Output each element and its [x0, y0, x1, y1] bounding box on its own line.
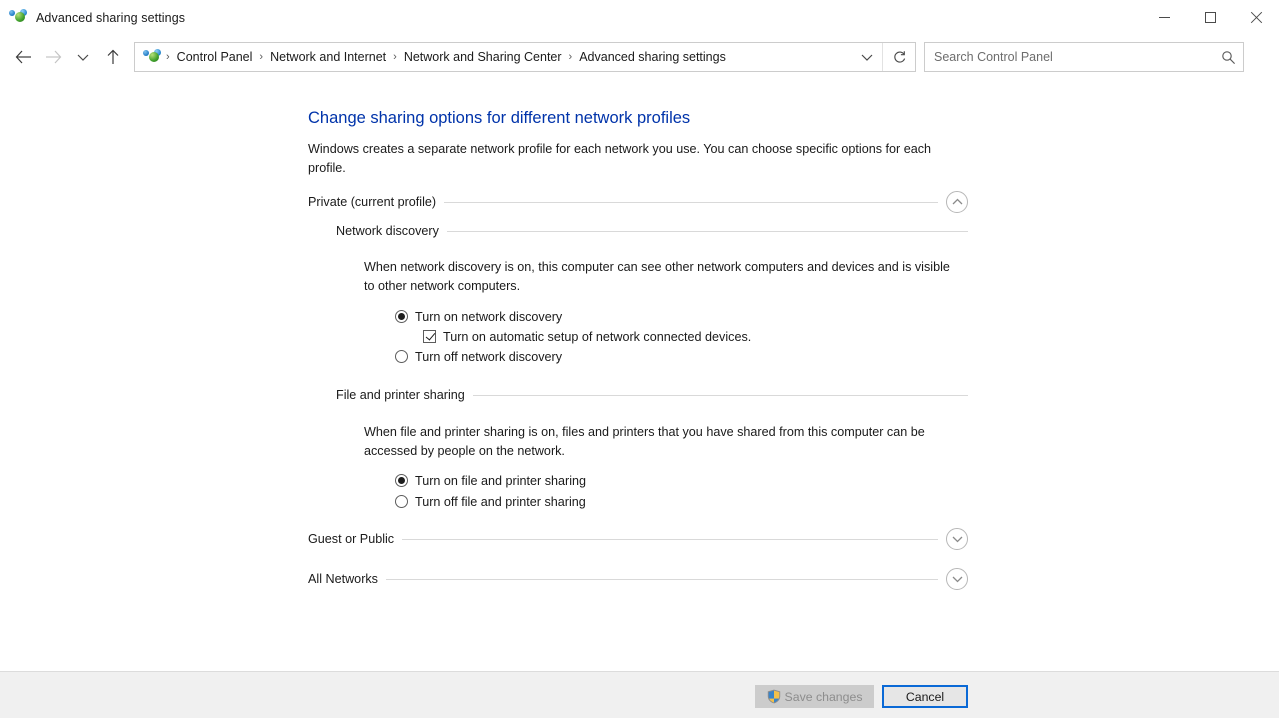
- chevron-up-icon: [952, 198, 963, 206]
- search-box[interactable]: Search Control Panel: [924, 42, 1244, 72]
- checkbox-indicator: [423, 330, 436, 343]
- forward-button[interactable]: [38, 42, 68, 72]
- network-sharing-icon: [9, 9, 28, 26]
- save-changes-button[interactable]: Save changes: [755, 685, 874, 708]
- save-changes-label: Save changes: [785, 690, 863, 704]
- search-input[interactable]: Search Control Panel: [934, 50, 1213, 64]
- breadcrumb-separator: ›: [163, 51, 173, 63]
- chevron-down-icon: [952, 575, 963, 583]
- advanced-sharing-settings-window: Advanced sharing settings: [0, 0, 1279, 718]
- address-toolbar: › Control Panel › Network and Internet ›…: [0, 35, 1279, 79]
- option-label: Turn on network discovery: [415, 310, 562, 324]
- radio-turn-on-network-discovery[interactable]: Turn on network discovery: [395, 307, 562, 326]
- section-label-all-networks: All Networks: [308, 572, 386, 586]
- section-toggle-guest-or-public[interactable]: [946, 528, 968, 550]
- breadcrumb-item-network-and-sharing-center[interactable]: Network and Sharing Center: [400, 48, 566, 66]
- radio-turn-off-network-discovery[interactable]: Turn off network discovery: [395, 347, 562, 366]
- section-label-private: Private (current profile): [308, 195, 444, 209]
- file-printer-sharing-description: When file and printer sharing is on, fil…: [364, 423, 956, 460]
- breadcrumb-item-network-and-internet[interactable]: Network and Internet: [266, 48, 390, 66]
- settings-content: Change sharing options for different net…: [0, 79, 1279, 671]
- breadcrumb-root-icon: [143, 49, 161, 65]
- breadcrumb: › Control Panel › Network and Internet ›…: [163, 48, 730, 66]
- cancel-button[interactable]: Cancel: [882, 685, 968, 708]
- section-rule: [386, 579, 938, 580]
- section-rule: [402, 539, 938, 540]
- footer-bar: Save changes Cancel: [0, 671, 1279, 718]
- recent-locations-button[interactable]: [68, 42, 98, 72]
- maximize-button[interactable]: [1187, 0, 1233, 35]
- minimize-icon: [1159, 17, 1170, 18]
- radio-indicator: [395, 310, 408, 323]
- page-description: Windows creates a separate network profi…: [308, 140, 956, 177]
- back-arrow-icon: [15, 50, 32, 64]
- network-discovery-description: When network discovery is on, this compu…: [364, 258, 956, 295]
- radio-indicator: [395, 350, 408, 363]
- radio-turn-off-file-and-printer-sharing[interactable]: Turn off file and printer sharing: [395, 492, 586, 511]
- title-bar: Advanced sharing settings: [0, 0, 1279, 35]
- section-header-guest-or-public[interactable]: Guest or Public: [308, 528, 968, 550]
- subsection-rule: [473, 395, 968, 396]
- radio-indicator: [395, 474, 408, 487]
- recent-locations-chevron-icon: [77, 53, 89, 62]
- search-icon: [1221, 50, 1236, 65]
- subsection-label-network-discovery: Network discovery: [336, 224, 447, 238]
- section-toggle-private[interactable]: [946, 191, 968, 213]
- section-header-private[interactable]: Private (current profile): [308, 191, 968, 213]
- option-label: Turn off network discovery: [415, 350, 562, 364]
- refresh-icon: [892, 50, 907, 65]
- subsection-label-file-and-printer-sharing: File and printer sharing: [336, 388, 473, 402]
- section-header-all-networks[interactable]: All Networks: [308, 568, 968, 590]
- subsection-header-network-discovery: Network discovery: [336, 221, 968, 241]
- address-dropdown-button[interactable]: [852, 43, 882, 71]
- breadcrumb-separator: ›: [566, 51, 576, 63]
- page-title: Change sharing options for different net…: [308, 109, 690, 128]
- address-bar[interactable]: › Control Panel › Network and Internet ›…: [134, 42, 916, 72]
- close-icon: [1250, 11, 1263, 24]
- cancel-label: Cancel: [906, 690, 944, 704]
- chevron-down-icon: [952, 535, 963, 543]
- up-button[interactable]: [98, 42, 128, 72]
- breadcrumb-separator: ›: [390, 51, 400, 63]
- section-toggle-all-networks[interactable]: [946, 568, 968, 590]
- section-label-guest-or-public: Guest or Public: [308, 532, 402, 546]
- back-button[interactable]: [8, 42, 38, 72]
- window-title: Advanced sharing settings: [36, 11, 185, 25]
- close-button[interactable]: [1233, 0, 1279, 35]
- option-label: Turn off file and printer sharing: [415, 495, 586, 509]
- breadcrumb-item-control-panel[interactable]: Control Panel: [173, 48, 257, 66]
- refresh-button[interactable]: [883, 43, 915, 71]
- chevron-down-icon: [861, 53, 873, 62]
- maximize-icon: [1205, 12, 1216, 23]
- uac-shield-icon: [767, 689, 781, 704]
- radio-turn-on-file-and-printer-sharing[interactable]: Turn on file and printer sharing: [395, 471, 586, 490]
- checkbox-automatic-setup-of-network-connected-devices[interactable]: Turn on automatic setup of network conne…: [423, 327, 751, 346]
- subsection-rule: [447, 231, 968, 232]
- radio-indicator: [395, 495, 408, 508]
- breadcrumb-item-advanced-sharing-settings[interactable]: Advanced sharing settings: [575, 48, 730, 66]
- forward-arrow-icon: [45, 50, 62, 64]
- window-controls: [1141, 0, 1279, 35]
- minimize-button[interactable]: [1141, 0, 1187, 35]
- subsection-header-file-and-printer-sharing: File and printer sharing: [336, 385, 968, 405]
- search-button[interactable]: [1213, 43, 1243, 71]
- breadcrumb-separator: ›: [256, 51, 266, 63]
- section-rule: [444, 202, 938, 203]
- up-arrow-icon: [106, 49, 120, 65]
- option-label: Turn on file and printer sharing: [415, 474, 586, 488]
- option-label: Turn on automatic setup of network conne…: [443, 330, 751, 344]
